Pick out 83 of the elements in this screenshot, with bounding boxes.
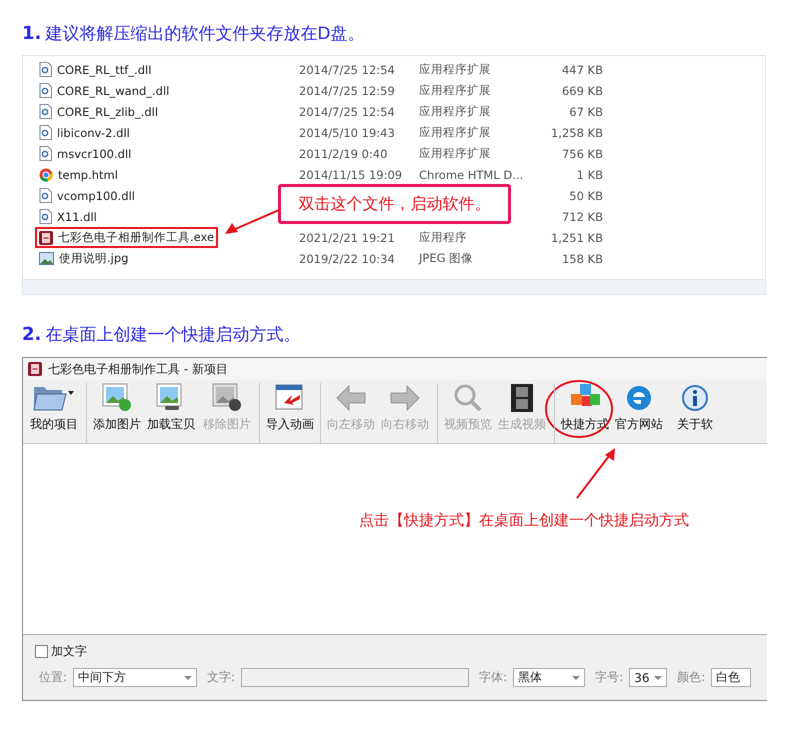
type-cell: 应用程序扩展 — [419, 146, 491, 161]
size-cell: 447 KB — [562, 62, 603, 76]
date-cell: 2014/11/15 19:09 — [299, 168, 402, 182]
file-name-cell[interactable]: 七彩色电子相册制作工具.exe — [35, 227, 218, 248]
right-arrow-icon — [389, 383, 421, 413]
checkbox-label: 加文字 — [51, 643, 87, 660]
field-label: 位置: — [39, 669, 68, 686]
type-cell: 应用程序扩展 — [419, 125, 491, 140]
file-name-cell[interactable]: CORE_RL_wand_.dll — [35, 80, 174, 101]
size-cell: 67 KB — [569, 104, 603, 118]
caret-icon — [572, 676, 580, 680]
font-dropdown[interactable]: 黑体 — [513, 668, 586, 687]
file-gear-icon — [39, 188, 52, 203]
caret-icon — [184, 676, 192, 680]
size-cell: 1 KB — [576, 168, 603, 182]
left-arrow-icon — [335, 383, 367, 413]
type-cell: Chrome HTML D... — [419, 168, 524, 182]
file-gear-icon — [39, 62, 52, 77]
app-icon — [39, 230, 53, 244]
date-cell: 2011/2/19 0:40 — [299, 146, 388, 160]
pointer-arrow — [223, 208, 281, 236]
date-cell: 2014/7/25 12:59 — [299, 84, 395, 98]
step-text: 在桌面上创建一个快捷启动方式。 — [45, 324, 300, 346]
file-gear-icon — [39, 104, 52, 119]
step-number: 2. — [22, 324, 42, 345]
type-cell: 应用程序扩展 — [419, 62, 491, 77]
step-number: 1. — [22, 23, 42, 44]
type-cell: JPEG 图像 — [419, 251, 474, 266]
window-title: 七彩色电子相册制作工具 - 新项目 — [48, 360, 228, 378]
date-cell: 2014/7/25 12:54 — [299, 104, 395, 118]
size-cell: 669 KB — [562, 84, 603, 98]
position-dropdown[interactable]: 中间下方 — [73, 668, 198, 687]
picture-minus-icon — [211, 383, 243, 413]
toolbar-button[interactable]: 官方网站 — [611, 383, 667, 443]
toolbar-button[interactable]: 添加图片 — [86, 383, 143, 443]
field-label: 字号: — [595, 669, 624, 686]
toolbar-button[interactable]: 加载宝贝 — [143, 383, 199, 443]
checkbox[interactable] — [35, 645, 48, 658]
file-gear-icon — [39, 209, 52, 224]
size-cell: 712 KB — [562, 210, 603, 224]
image-file-icon — [39, 252, 54, 265]
browser-icon — [39, 168, 53, 182]
color-dropdown[interactable]: 白色 — [711, 668, 752, 687]
callout-note: 点击【快捷方式】在桌面上创建一个快捷启动方式 — [359, 511, 689, 530]
file-name-cell[interactable]: 使用说明.jpg — [35, 248, 132, 269]
callout-note: 双击这个文件，启动软件。 — [278, 184, 511, 224]
date-cell: 2019/2/22 10:34 — [299, 252, 395, 266]
size-cell: 50 KB — [569, 188, 603, 202]
date-cell: 2014/7/25 12:54 — [299, 62, 395, 76]
app-icon — [28, 362, 42, 376]
caret-icon — [654, 676, 662, 680]
step-text: 建议将解压缩出的软件文件夹存放在D盘。 — [45, 23, 364, 45]
magnifier-icon — [452, 383, 484, 413]
date-cell: 2021/2/21 19:21 — [299, 230, 395, 244]
file-name-cell[interactable]: X11.dll — [35, 206, 101, 227]
size-dropdown[interactable]: 36 — [629, 668, 668, 687]
size-cell: 756 KB — [562, 146, 603, 160]
field-label: 字体: — [479, 669, 508, 686]
date-cell: 2014/5/10 19:43 — [299, 126, 395, 140]
file-name-cell[interactable]: msvcr100.dll — [35, 143, 136, 164]
file-name-cell[interactable]: temp.html — [35, 164, 122, 184]
size-cell: 1,251 KB — [550, 230, 603, 244]
field-label: 颜色: — [677, 669, 706, 686]
toolbar-button[interactable]: 我的项目 — [26, 383, 82, 443]
type-cell: 应用程序扩展 — [419, 104, 491, 119]
field-label: 文字: — [207, 669, 236, 686]
picture-add-icon — [101, 383, 133, 413]
size-cell: 1,258 KB — [550, 126, 603, 140]
file-name-cell[interactable]: libiconv-2.dll — [35, 122, 134, 143]
size-cell: 158 KB — [562, 252, 603, 266]
file-name-cell[interactable]: CORE_RL_zlib_.dll — [35, 101, 162, 122]
file-name-cell[interactable]: CORE_RL_ttf_.dll — [35, 59, 156, 80]
type-cell: 应用程序 — [419, 230, 467, 245]
text-input-field[interactable] — [241, 668, 470, 687]
file-name-cell[interactable]: vcomp100.dll — [35, 185, 139, 206]
toolbar-button[interactable]: 关于软 — [667, 383, 723, 443]
info-icon — [679, 383, 711, 413]
pointer-arrow — [575, 446, 617, 500]
type-cell: 应用程序扩展 — [419, 83, 491, 98]
file-gear-icon — [39, 125, 52, 140]
toolbar-button[interactable]: 导入动画 — [259, 383, 316, 443]
file-gear-icon — [39, 146, 52, 161]
file-gear-icon — [39, 83, 52, 98]
